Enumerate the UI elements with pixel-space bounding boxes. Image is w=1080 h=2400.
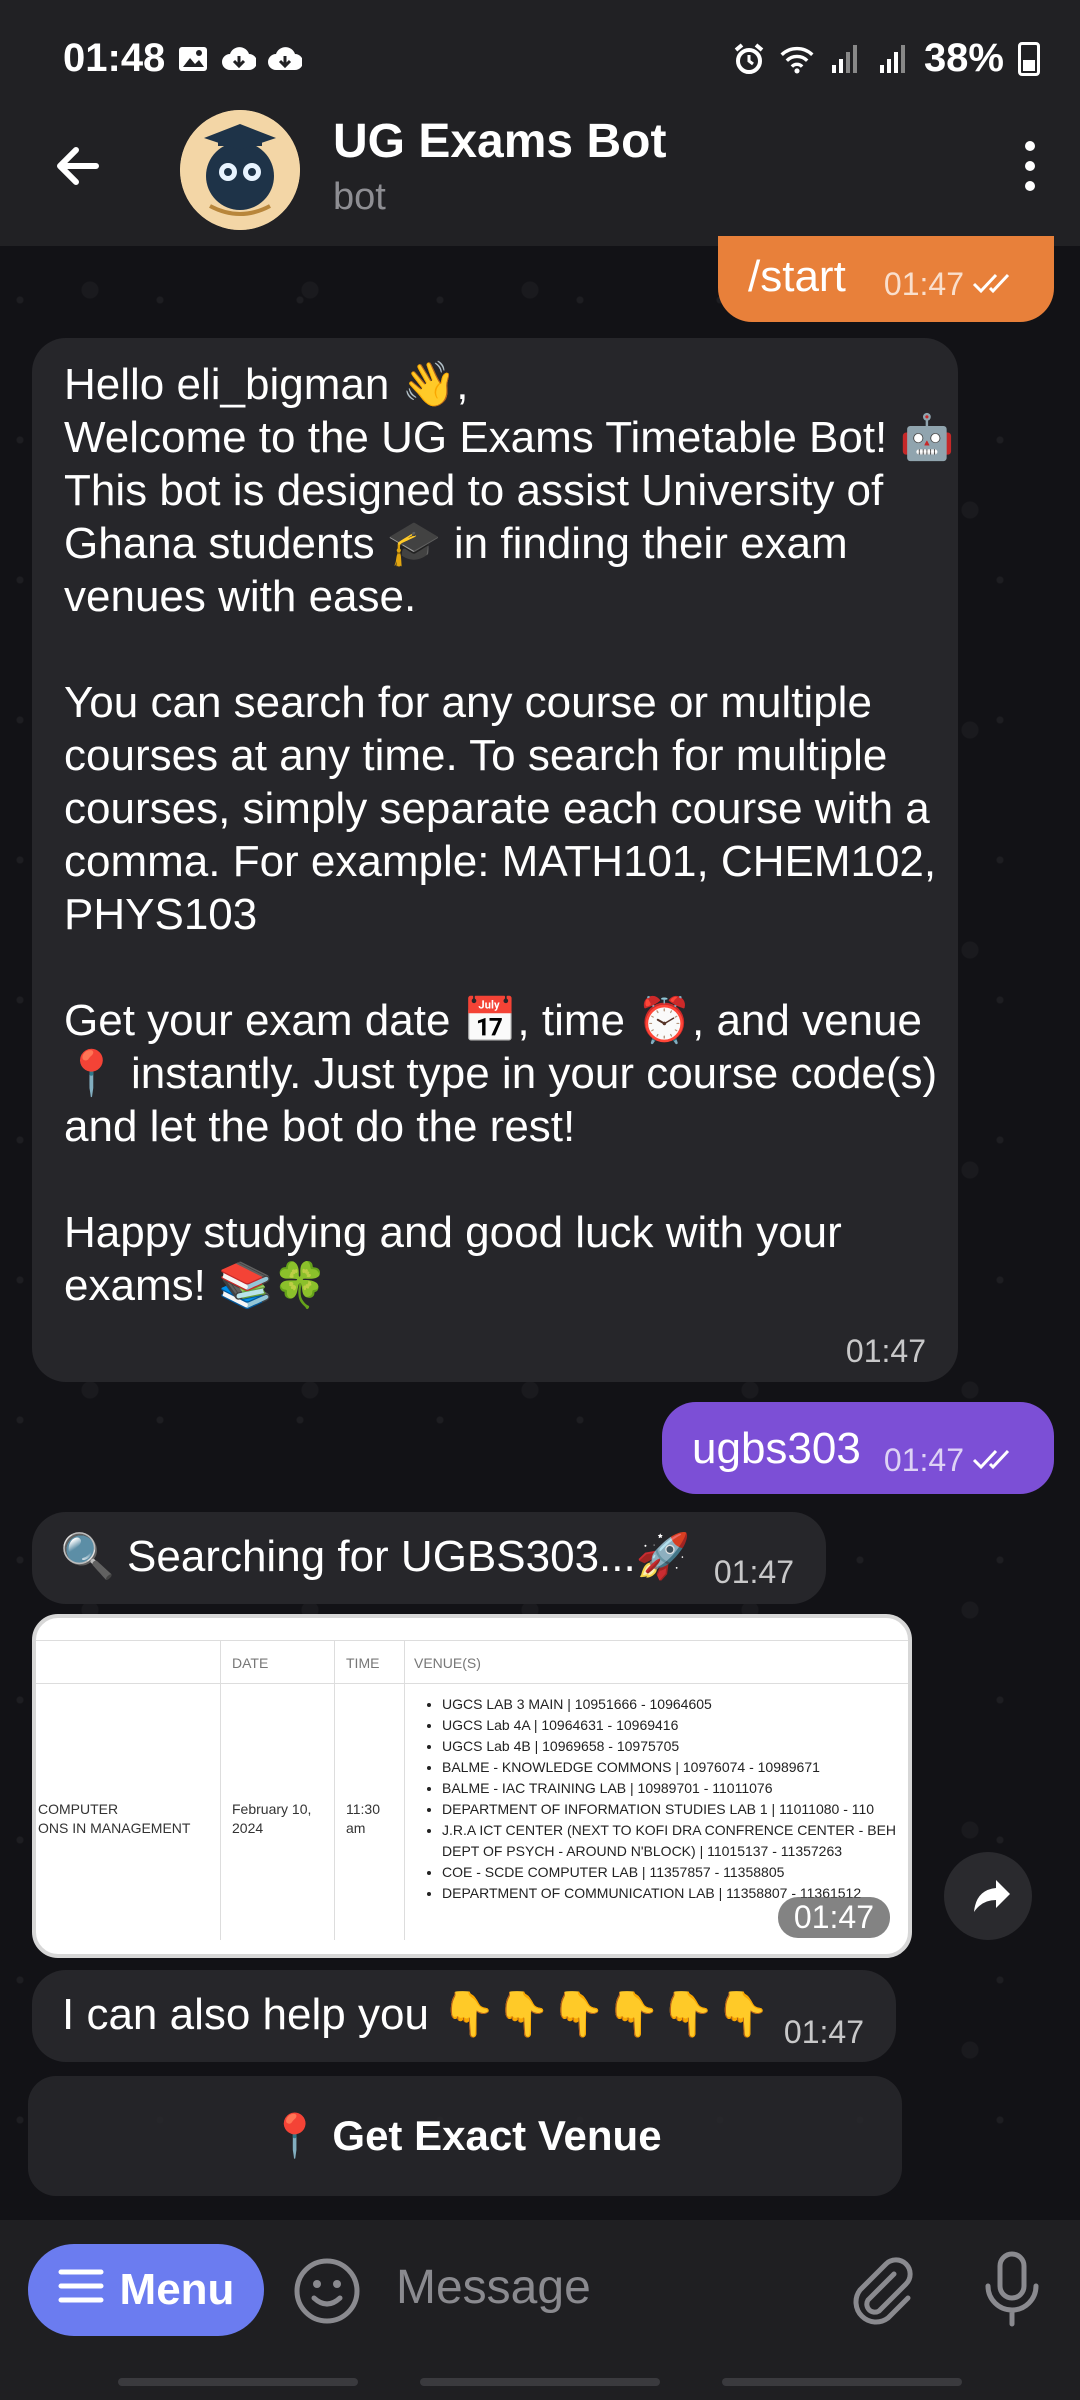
venue-item-line: J.R.A ICT CENTER (NEXT TO KOFI DRA CONFR…	[442, 1822, 897, 1838]
exam-time: 11:30	[346, 1801, 380, 1817]
venue-item: UGCS LAB 3 MAIN | 10951666 - 10964605	[442, 1694, 896, 1715]
cloud-download-icon	[268, 42, 302, 76]
back-arrow-icon[interactable]	[46, 134, 110, 198]
nav-handle	[118, 2378, 358, 2386]
message-text: I can also help you 👇👇👇👇👇👇	[62, 1990, 770, 2039]
message-time: 01:47	[845, 1333, 926, 1369]
battery-percent: 38%	[923, 36, 1004, 80]
more-options-icon[interactable]	[1010, 134, 1050, 198]
message-composer: Menu Message	[0, 2220, 1080, 2400]
image-icon	[176, 42, 210, 76]
venue-list: UGCS LAB 3 MAIN | 10951666 - 10964605 UG…	[424, 1694, 896, 1904]
message-text: 🔍 Searching for UGBS303...🚀	[60, 1532, 691, 1581]
venue-item: J.R.A ICT CENTER (NEXT TO KOFI DRA CONFR…	[442, 1820, 896, 1862]
menu-label: Menu	[119, 2265, 235, 2314]
alarm-icon	[732, 42, 766, 76]
nav-handle	[722, 2378, 962, 2386]
exam-time: am	[346, 1820, 366, 1836]
status-bar: 01:48 38%	[0, 0, 1080, 120]
chat-subtitle: bot	[333, 176, 386, 218]
message-welcome[interactable]: Hello eli_bigman 👋, Welcome to the UG Ex…	[32, 338, 958, 1382]
timetable-image[interactable]: DATE TIME VENUE(S) COMPUTER ONS IN MANAG…	[32, 1614, 912, 1958]
venue-item: UGCS Lab 4A | 10964631 - 10969416	[442, 1715, 896, 1736]
chat-title[interactable]: UG Exams Bot	[333, 114, 666, 169]
course-line: COMPUTER	[38, 1801, 119, 1817]
table-header-row: DATE TIME VENUE(S)	[36, 1640, 908, 1684]
message-input[interactable]: Message	[396, 2260, 591, 2315]
get-exact-venue-label: 📍 Get Exact Venue	[268, 2111, 662, 2159]
bot-avatar[interactable]	[180, 110, 300, 230]
venue-item: BALME - IAC TRAINING LAB | 10989701 - 11…	[442, 1778, 896, 1799]
message-help[interactable]: I can also help you 👇👇👇👇👇👇 01:47	[32, 1970, 896, 2062]
share-forward-icon[interactable]	[944, 1852, 1032, 1940]
chat-header: UG Exams Bot bot	[0, 110, 1080, 246]
message-time: 01:47	[777, 1897, 890, 1938]
wifi-icon	[780, 42, 814, 76]
battery-icon	[1018, 41, 1040, 76]
attach-icon[interactable]	[848, 2254, 918, 2328]
exam-date: February 10,	[232, 1801, 312, 1817]
read-checks-icon	[972, 266, 1018, 303]
nav-handle	[420, 2378, 660, 2386]
signal-icon	[828, 42, 862, 76]
message-text: ugbs303	[692, 1424, 861, 1473]
message-query[interactable]: ugbs303 01:47	[662, 1402, 1054, 1494]
venue-item: COE - SCDE COMPUTER LAB | 11357857 - 113…	[442, 1862, 896, 1883]
menu-button[interactable]: Menu	[28, 2244, 264, 2336]
venue-item: UGCS Lab 4B | 10969658 - 10975705	[442, 1736, 896, 1757]
message-start[interactable]: /start 01:47	[718, 236, 1054, 322]
message-text: Hello eli_bigman 👋, Welcome to the UG Ex…	[64, 360, 955, 1310]
microphone-icon[interactable]	[982, 2250, 1042, 2330]
header-time: TIME	[346, 1655, 380, 1671]
menu-lines-icon	[58, 2265, 104, 2315]
course-line: ONS IN MANAGEMENT	[38, 1820, 191, 1836]
header-venues: VENUE(S)	[414, 1655, 481, 1671]
message-time: 01:47	[783, 2014, 864, 2050]
cloud-download-icon	[222, 42, 256, 76]
message-time: 01:47	[883, 1442, 964, 1478]
message-text: /start	[748, 252, 846, 301]
top-bar: 01:48 38% UG Exams Bot bot	[0, 0, 1080, 246]
header-date: DATE	[232, 1655, 269, 1671]
read-checks-icon	[972, 1442, 1018, 1479]
status-time: 01:48	[63, 36, 166, 80]
message-time: 01:47	[713, 1554, 794, 1590]
exam-date: 2024	[232, 1820, 264, 1836]
venue-item: DEPARTMENT OF INFORMATION STUDIES LAB 1 …	[442, 1799, 896, 1820]
get-exact-venue-button[interactable]: 📍 Get Exact Venue	[28, 2076, 902, 2196]
signal-icon	[876, 42, 910, 76]
venue-item: BALME - KNOWLEDGE COMMONS | 10976074 - 1…	[442, 1757, 896, 1778]
message-searching[interactable]: 🔍 Searching for UGBS303...🚀 01:47	[32, 1512, 826, 1604]
message-time: 01:47	[883, 266, 964, 302]
emoji-icon[interactable]	[292, 2256, 362, 2326]
venue-item-line: DEPT OF PSYCH - AROUND N'BLOCK) | 110151…	[442, 1843, 843, 1859]
